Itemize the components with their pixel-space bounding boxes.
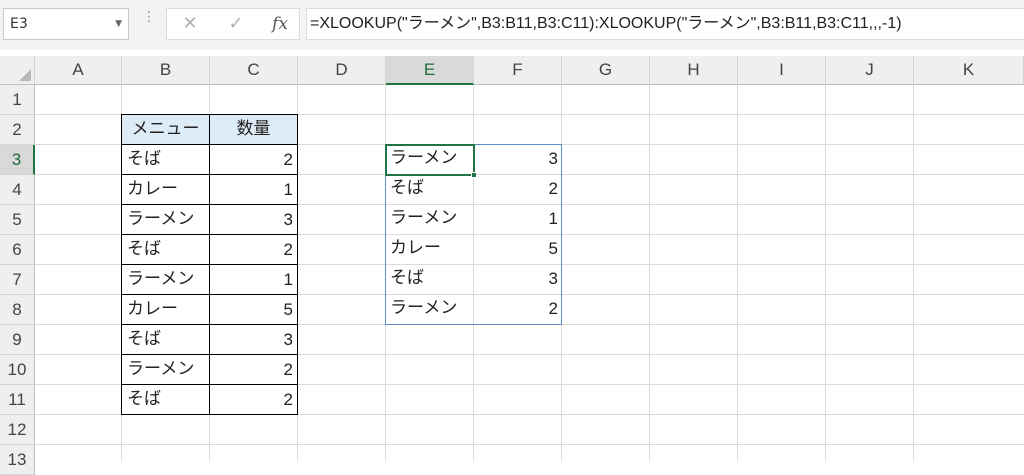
- table-header-cell[interactable]: メニュー: [121, 114, 210, 145]
- spill-cell-menu[interactable]: そば: [385, 264, 474, 295]
- column-header-i[interactable]: I: [738, 56, 826, 85]
- row-header-5[interactable]: 5: [0, 205, 35, 235]
- table-cell-menu[interactable]: ラーメン: [121, 204, 210, 235]
- name-box-value: E3: [10, 16, 28, 32]
- row-header-10[interactable]: 10: [0, 355, 35, 385]
- gridline: [913, 85, 914, 461]
- spill-cell-menu[interactable]: カレー: [385, 234, 474, 265]
- column-header-c[interactable]: C: [210, 56, 298, 85]
- table-cell-quantity[interactable]: 2: [209, 384, 298, 415]
- spill-cell-quantity[interactable]: 3: [473, 264, 562, 295]
- table-cell-quantity[interactable]: 3: [209, 204, 298, 235]
- fill-handle[interactable]: [471, 172, 477, 178]
- column-header-a[interactable]: A: [35, 56, 122, 85]
- formula-buttons: ✕ ✓ fx: [166, 8, 300, 40]
- table-cell-menu[interactable]: ラーメン: [121, 354, 210, 385]
- name-box[interactable]: E3 ▼: [3, 8, 129, 40]
- column-header-j[interactable]: J: [826, 56, 914, 85]
- row-header-8[interactable]: 8: [0, 295, 35, 325]
- spill-cell-quantity[interactable]: 1: [473, 204, 562, 235]
- table-cell-quantity[interactable]: 2: [209, 234, 298, 265]
- table-cell-quantity[interactable]: 1: [209, 174, 298, 205]
- column-header-g[interactable]: G: [562, 56, 650, 85]
- table-cell-menu[interactable]: そば: [121, 144, 210, 175]
- table-cell-quantity[interactable]: 2: [209, 354, 298, 385]
- checkmark-icon[interactable]: ✓: [221, 9, 251, 39]
- column-header-e[interactable]: E: [386, 56, 474, 85]
- spill-cell-quantity[interactable]: 3: [473, 144, 562, 175]
- gridline: [825, 85, 826, 461]
- row-header-11[interactable]: 11: [0, 385, 35, 415]
- formula-input[interactable]: =XLOOKUP("ラーメン",B3:B11,B3:C11):XLOOKUP("…: [306, 8, 1024, 40]
- gridline: [35, 444, 1024, 445]
- row-header-1[interactable]: 1: [0, 85, 35, 115]
- chevron-down-icon[interactable]: ▼: [115, 9, 122, 39]
- spill-cell-quantity[interactable]: 5: [473, 234, 562, 265]
- fx-icon[interactable]: fx: [265, 9, 295, 39]
- table-cell-menu[interactable]: そば: [121, 384, 210, 415]
- table-header-cell[interactable]: 数量: [209, 114, 298, 145]
- gridline: [737, 85, 738, 461]
- table-cell-menu[interactable]: ラーメン: [121, 264, 210, 295]
- column-header-h[interactable]: H: [650, 56, 738, 85]
- row-header-12[interactable]: 12: [0, 415, 35, 445]
- row-header-13[interactable]: 13: [0, 445, 35, 475]
- row-header-9[interactable]: 9: [0, 325, 35, 355]
- spill-cell-menu[interactable]: ラーメン: [385, 294, 474, 325]
- select-all-button[interactable]: [0, 56, 35, 85]
- column-header-k[interactable]: K: [914, 56, 1024, 85]
- table-cell-menu[interactable]: カレー: [121, 174, 210, 205]
- column-header-d[interactable]: D: [298, 56, 386, 85]
- formula-bar: E3 ▼ ⋮ ✕ ✓ fx =XLOOKUP("ラーメン",B3:B11,B3:…: [0, 0, 1024, 50]
- table-cell-quantity[interactable]: 3: [209, 324, 298, 355]
- row-header-2[interactable]: 2: [0, 115, 35, 145]
- table-cell-menu[interactable]: カレー: [121, 294, 210, 325]
- row-header-3[interactable]: 3: [0, 145, 35, 175]
- spill-cell-menu[interactable]: そば: [385, 174, 474, 205]
- spill-cell-quantity[interactable]: 2: [473, 294, 562, 325]
- table-cell-menu[interactable]: そば: [121, 324, 210, 355]
- table-cell-menu[interactable]: そば: [121, 234, 210, 265]
- spill-cell-quantity[interactable]: 2: [473, 174, 562, 205]
- cancel-icon[interactable]: ✕: [175, 9, 205, 39]
- spill-cell-menu[interactable]: ラーメン: [385, 204, 474, 235]
- row-header-7[interactable]: 7: [0, 265, 35, 295]
- row-header-6[interactable]: 6: [0, 235, 35, 265]
- column-header-b[interactable]: B: [122, 56, 210, 85]
- gridline: [649, 85, 650, 461]
- table-cell-quantity[interactable]: 5: [209, 294, 298, 325]
- column-header-f[interactable]: F: [474, 56, 562, 85]
- spill-cell-menu[interactable]: ラーメン: [385, 144, 474, 175]
- drag-handle-icon[interactable]: ⋮: [142, 10, 156, 34]
- table-cell-quantity[interactable]: 2: [209, 144, 298, 175]
- select-all-triangle-icon: [19, 69, 31, 81]
- table-cell-quantity[interactable]: 1: [209, 264, 298, 295]
- row-header-4[interactable]: 4: [0, 175, 35, 205]
